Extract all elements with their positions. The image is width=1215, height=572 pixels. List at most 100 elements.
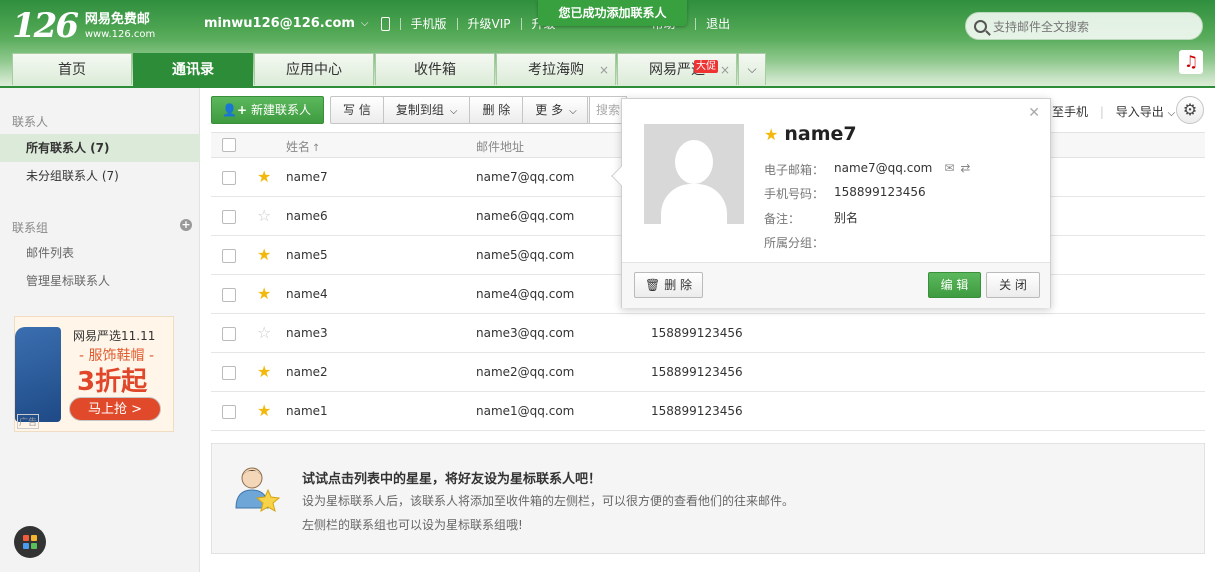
close-icon[interactable]: ✕ [1028,105,1040,121]
sidebar-item-ungrouped[interactable]: 未分组联系人 (7) [0,162,200,190]
star-contact-icon [235,467,280,513]
row-checkbox[interactable] [222,366,236,380]
col-header-name[interactable]: 姓名 ↑ [286,138,320,155]
contact-name[interactable]: name1 [286,404,328,418]
contact-name[interactable]: name6 [286,209,328,223]
tip-line1: 设为星标联系人后，该联系人将添加至收件箱的左侧栏，可以很方便的查看他们的往来邮件… [302,494,795,508]
tab-home[interactable]: 首页 [12,53,132,85]
write-mail-button[interactable]: 写 信 [330,96,384,124]
tab-contacts-label: 通讯录 [172,62,214,78]
table-row[interactable]: ★ name2 name2@qq.com 158899123456 [211,353,1205,392]
new-contact-label: 新建联系人 [251,103,312,117]
star-icon[interactable]: ★ [257,402,271,420]
contact-email[interactable]: name3@qq.com [476,326,574,340]
contact-email[interactable]: name6@qq.com [476,209,574,223]
account-chevron-icon[interactable]: ⌵ [361,18,369,29]
star-tip-panel: 试试点击列表中的星星，将好友设为星标联系人吧！ 设为星标联系人后，该联系人将添加… [211,443,1205,554]
tab-kaola-label: 考拉海购 [528,62,584,78]
more-button[interactable]: 更 多 ⌵ [522,96,590,124]
select-all-checkbox[interactable] [222,138,236,152]
contact-phone: 158899123456 [651,365,743,379]
sidebar: 联系人 所有联系人 (7) 未分组联系人 (7) 联系组 + 邮件列表 管理星标… [0,88,200,572]
import-export-link[interactable]: 导入导出 [1116,105,1164,119]
phone-icon[interactable] [380,16,390,31]
chevron-down-icon[interactable]: ⌵ [1168,108,1176,119]
contact-name[interactable]: name2 [286,365,328,379]
contact-name[interactable]: name3 [286,326,328,340]
tab-more-chevron-icon[interactable]: ⌵ [738,53,766,85]
add-user-icon: 👤+ [222,103,247,117]
popup-delete-button[interactable]: 🗑 删 除 [634,272,704,298]
star-icon[interactable]: ☆ [257,324,271,342]
add-group-icon[interactable]: + [180,219,192,231]
table-row[interactable]: ☆ name3 name3@qq.com 158899123456 [211,314,1205,353]
sidebar-groups-header: 联系组 [12,221,49,235]
logo[interactable]: 126 网易免费邮 www.126.com [12,8,155,44]
settings-gear-icon[interactable]: ⚙ [1176,96,1204,124]
contact-email[interactable]: name4@qq.com [476,287,574,301]
tab-contacts[interactable]: 通讯录 [133,53,253,87]
transfer-icon[interactable]: ⇄ [960,161,970,175]
star-icon[interactable]: ★ [257,246,271,264]
star-icon[interactable]: ★ [257,168,271,186]
star-icon[interactable]: ★ [257,363,271,381]
music-icon[interactable]: ♫ [1179,50,1203,74]
app-grid-icon[interactable] [14,526,46,558]
delete-button[interactable]: 删 除 [469,96,524,124]
table-row[interactable]: ★ name1 name1@qq.com 158899123456 [211,392,1205,431]
new-contact-button[interactable]: 👤+ 新建联系人 [211,96,325,124]
contact-phone: 158899123456 [651,326,743,340]
tip-line2: 左侧栏的联系组也可以设为星标联系组哦! [302,518,523,532]
sidebar-item-mail-list[interactable]: 邮件列表 [0,239,200,267]
copy-to-group-label: 复制到组 [395,103,444,117]
row-checkbox[interactable] [222,249,236,263]
account-name[interactable]: minwu126@126.com [204,16,355,31]
tab-yanxuan[interactable]: 网易严选 大促 × [617,53,737,85]
col-header-email: 邮件地址 [476,140,525,154]
chevron-down-icon: ⌵ [569,106,577,117]
popup-close-button[interactable]: 关 闭 [986,272,1040,298]
sidebar-item-all-contacts[interactable]: 所有联系人 (7) [0,134,200,162]
sort-arrow-icon: ↑ [312,143,321,154]
contact-email[interactable]: name7@qq.com [476,170,574,184]
ad-banner[interactable]: 网易严选11.11 - 服饰鞋帽 - 3折起 马上抢 > 广告 [14,316,174,432]
contact-name[interactable]: name4 [286,287,328,301]
contact-email[interactable]: name2@qq.com [476,365,574,379]
row-checkbox[interactable] [222,171,236,185]
close-icon[interactable]: × [720,54,730,86]
nav-logout[interactable]: 退出 [706,15,730,32]
contact-name[interactable]: name5 [286,248,328,262]
right-tools: 至手机 | 导入导出 ⌵ [1052,105,1176,119]
to-phone-link[interactable]: 至手机 [1052,105,1088,119]
nav-mobile[interactable]: 手机版 [411,15,447,32]
tab-app-center-label: 应用中心 [286,62,342,78]
nav-upgrade-vip[interactable]: 升级VIP [468,15,511,32]
logo-number: 126 [12,6,79,46]
close-icon[interactable]: × [599,54,609,86]
star-icon[interactable]: ★ [764,125,778,144]
tab-kaola[interactable]: 考拉海购 × [496,53,616,85]
contacts-toolbar: 👤+ 新建联系人 写 信 复制到组 ⌵ 删 除 更 多 ⌵ [211,96,590,124]
tab-inbox[interactable]: 收件箱 [375,53,495,85]
popup-edit-button[interactable]: 编 辑 [928,272,981,298]
row-checkbox[interactable] [222,327,236,341]
sidebar-item-manage-starred[interactable]: 管理星标联系人 [0,267,200,295]
row-checkbox[interactable] [222,405,236,419]
tab-inbox-label: 收件箱 [414,62,456,78]
popup-note-label: 备注： [764,212,801,226]
star-icon[interactable]: ★ [257,285,271,303]
row-checkbox[interactable] [222,210,236,224]
tab-app-center[interactable]: 应用中心 [254,53,374,85]
contact-name[interactable]: name7 [286,170,328,184]
mail-icon[interactable]: ✉ [944,161,954,175]
ad-buy-button[interactable]: 马上抢 > [69,397,161,421]
trash-icon: 🗑 [645,278,661,292]
popup-delete-label: 删 除 [664,278,693,292]
sidebar-contacts-header: 联系人 [12,115,49,129]
contact-email[interactable]: name1@qq.com [476,404,574,418]
copy-to-group-button[interactable]: 复制到组 ⌵ [382,96,471,124]
star-icon[interactable]: ☆ [257,207,271,225]
search-box[interactable]: 支持邮件全文搜索 [965,12,1203,40]
row-checkbox[interactable] [222,288,236,302]
contact-email[interactable]: name5@qq.com [476,248,574,262]
